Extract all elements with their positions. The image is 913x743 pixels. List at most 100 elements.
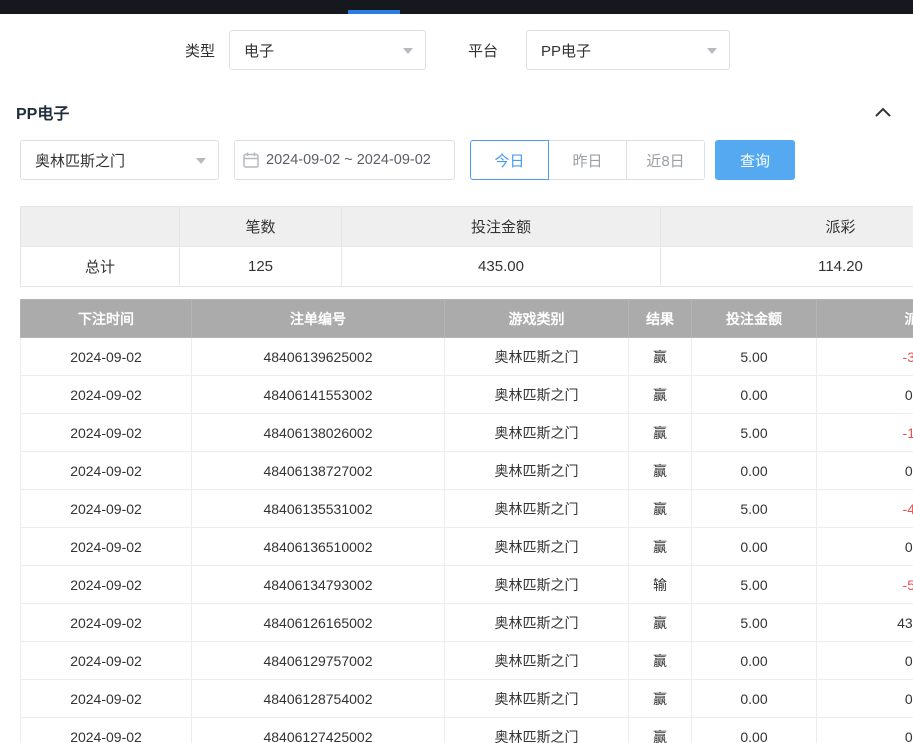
- cell-game-category: 奥林匹斯之门: [445, 376, 629, 414]
- today-button[interactable]: 今日: [470, 140, 549, 180]
- cell-bet-time: 2024-09-02: [21, 452, 192, 490]
- cell-order-number: 48406127425002: [192, 718, 445, 743]
- query-controls-row: 奥林匹斯之门 2024-09-02 ~ 2024-09-02 今日 昨日 近8日…: [0, 134, 913, 186]
- cell-payout: 0.00: [817, 528, 913, 566]
- table-row: 2024-09-02 48406141553002 奥林匹斯之门 赢 0.00 …: [21, 376, 913, 414]
- header-result: 结果: [629, 300, 692, 338]
- cell-payout: -3.40: [817, 338, 913, 376]
- type-select-value: 电子: [244, 40, 274, 61]
- cell-order-number: 48406129757002: [192, 642, 445, 680]
- yesterday-button[interactable]: 昨日: [548, 140, 627, 180]
- cell-result: 赢: [629, 376, 692, 414]
- cell-order-number: 48406139625002: [192, 338, 445, 376]
- cell-game-category: 奥林匹斯之门: [445, 604, 629, 642]
- calendar-icon: [243, 152, 259, 168]
- table-row: 2024-09-02 48406139625002 奥林匹斯之门 赢 5.00 …: [21, 338, 913, 376]
- bet-records-table: 下注时间 注单编号 游戏类别 结果 投注金额 派彩 2024-09-02 484…: [20, 299, 913, 743]
- cell-order-number: 48406138026002: [192, 414, 445, 452]
- collapse-section-button[interactable]: [871, 100, 895, 124]
- cell-result: 赢: [629, 452, 692, 490]
- cell-order-number: 48406136510002: [192, 528, 445, 566]
- table-row: 2024-09-02 48406138727002 奥林匹斯之门 赢 0.00 …: [21, 452, 913, 490]
- chevron-up-icon: [875, 107, 891, 117]
- cell-bet-amount: 5.00: [692, 604, 817, 642]
- summary-header-payout: 派彩: [661, 207, 913, 247]
- cell-bet-time: 2024-09-02: [21, 376, 192, 414]
- cell-payout: -1.00: [817, 414, 913, 452]
- cell-game-category: 奥林匹斯之门: [445, 414, 629, 452]
- cell-game-category: 奥林匹斯之门: [445, 642, 629, 680]
- cell-order-number: 48406138727002: [192, 452, 445, 490]
- table-row: 2024-09-02 48406126165002 奥林匹斯之门 赢 5.00 …: [21, 604, 913, 642]
- section-header: PP电子: [0, 86, 913, 134]
- cell-order-number: 48406135531002: [192, 490, 445, 528]
- cell-payout: -4.00: [817, 490, 913, 528]
- cell-order-number: 48406128754002: [192, 680, 445, 718]
- summary-header-blank: [21, 207, 180, 247]
- summary-header-bet-amount: 投注金额: [342, 207, 661, 247]
- active-tab-indicator: [348, 10, 400, 14]
- cell-payout: 435.00: [817, 604, 913, 642]
- platform-label: 平台: [468, 40, 498, 61]
- summary-header-row: 笔数 投注金额 派彩: [21, 207, 913, 247]
- chevron-down-icon: [707, 48, 717, 54]
- cell-result: 输: [629, 566, 692, 604]
- summary-header-count: 笔数: [180, 207, 342, 247]
- chevron-down-icon: [403, 48, 413, 54]
- header-bet-time: 下注时间: [21, 300, 192, 338]
- cell-result: 赢: [629, 642, 692, 680]
- cell-order-number: 48406141553002: [192, 376, 445, 414]
- cell-bet-time: 2024-09-02: [21, 414, 192, 452]
- summary-total-payout: 114.20: [661, 247, 913, 287]
- bet-table-body: 2024-09-02 48406139625002 奥林匹斯之门 赢 5.00 …: [21, 338, 913, 743]
- cell-bet-amount: 5.00: [692, 566, 817, 604]
- cell-bet-time: 2024-09-02: [21, 718, 192, 743]
- header-payout: 派彩: [817, 300, 913, 338]
- header-game-category: 游戏类别: [445, 300, 629, 338]
- cell-result: 赢: [629, 718, 692, 743]
- cell-bet-amount: 5.00: [692, 490, 817, 528]
- section-title: PP电子: [16, 100, 69, 124]
- cell-payout: 0.00: [817, 452, 913, 490]
- cell-bet-amount: 0.00: [692, 376, 817, 414]
- summary-total-count: 125: [180, 247, 342, 287]
- date-range-value: 2024-09-02 ~ 2024-09-02: [266, 152, 431, 168]
- table-row: 2024-09-02 48406138026002 奥林匹斯之门 赢 5.00 …: [21, 414, 913, 452]
- cell-result: 赢: [629, 528, 692, 566]
- cell-bet-time: 2024-09-02: [21, 680, 192, 718]
- table-row: 2024-09-02 48406134793002 奥林匹斯之门 输 5.00 …: [21, 566, 913, 604]
- cell-order-number: 48406126165002: [192, 604, 445, 642]
- cell-bet-amount: 5.00: [692, 338, 817, 376]
- cell-bet-time: 2024-09-02: [21, 490, 192, 528]
- cell-bet-amount: 0.00: [692, 452, 817, 490]
- summary-total-row: 总计 125 435.00 114.20: [21, 247, 913, 287]
- cell-order-number: 48406134793002: [192, 566, 445, 604]
- cell-game-category: 奥林匹斯之门: [445, 718, 629, 743]
- cell-result: 赢: [629, 680, 692, 718]
- game-select[interactable]: 奥林匹斯之门: [20, 140, 219, 180]
- cell-bet-amount: 5.00: [692, 414, 817, 452]
- search-button[interactable]: 查询: [715, 140, 795, 180]
- table-row: 2024-09-02 48406127425002 奥林匹斯之门 赢 0.00 …: [21, 718, 913, 743]
- last8days-button[interactable]: 近8日: [626, 140, 705, 180]
- platform-select[interactable]: PP电子: [526, 30, 730, 70]
- cell-bet-amount: 0.00: [692, 680, 817, 718]
- summary-table: 笔数 投注金额 派彩 总计 125 435.00 114.20: [20, 206, 913, 287]
- cell-game-category: 奥林匹斯之门: [445, 528, 629, 566]
- table-row: 2024-09-02 48406129757002 奥林匹斯之门 赢 0.00 …: [21, 642, 913, 680]
- header-order-number: 注单编号: [192, 300, 445, 338]
- cell-bet-time: 2024-09-02: [21, 642, 192, 680]
- type-select[interactable]: 电子: [229, 30, 426, 70]
- cell-bet-amount: 0.00: [692, 528, 817, 566]
- cell-bet-time: 2024-09-02: [21, 528, 192, 566]
- chevron-down-icon: [196, 158, 206, 164]
- cell-result: 赢: [629, 490, 692, 528]
- bet-records-section: 下注时间 注单编号 游戏类别 结果 投注金额 派彩 2024-09-02 484…: [20, 299, 913, 743]
- cell-result: 赢: [629, 414, 692, 452]
- game-select-value: 奥林匹斯之门: [35, 150, 125, 171]
- table-row: 2024-09-02 48406136510002 奥林匹斯之门 赢 0.00 …: [21, 528, 913, 566]
- date-range-input[interactable]: 2024-09-02 ~ 2024-09-02: [234, 140, 455, 180]
- cell-result: 赢: [629, 338, 692, 376]
- cell-game-category: 奥林匹斯之门: [445, 490, 629, 528]
- cell-game-category: 奥林匹斯之门: [445, 452, 629, 490]
